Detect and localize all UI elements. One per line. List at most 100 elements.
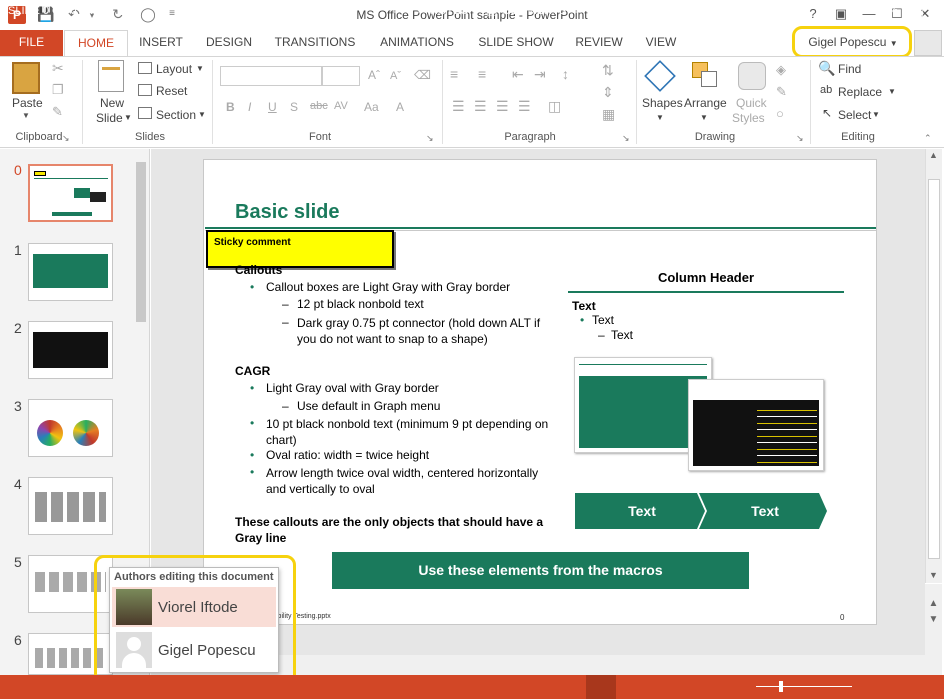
replace-dropdown-icon[interactable]: ▼ [888, 87, 896, 96]
tab-transitions[interactable]: TRANSITIONS [268, 30, 362, 56]
bullets-icon[interactable]: ≡ [450, 66, 458, 82]
select-button[interactable]: Select [838, 108, 871, 122]
new-slide-label-2[interactable]: Slide [96, 111, 123, 125]
authors-count[interactable]: 2 [133, 5, 139, 17]
collapse-ribbon-icon[interactable]: ⌃ [924, 133, 932, 144]
thumbnail-slide-0[interactable] [28, 164, 113, 222]
shape-outline-icon[interactable]: ✎ [776, 84, 787, 100]
arrange-button[interactable]: Arrange [684, 96, 727, 110]
thumbnail-slide-1[interactable] [28, 243, 113, 301]
align-right-icon[interactable]: ☰ [496, 98, 509, 115]
arrange-icon[interactable] [692, 62, 717, 87]
comments-button[interactable]: COMMENTS [502, 5, 566, 17]
italic-icon[interactable]: I [248, 100, 251, 114]
fit-slide-icon[interactable]: ▣ [912, 3, 924, 19]
new-slide-dropdown-icon[interactable]: ▼ [124, 113, 132, 122]
text-direction-icon[interactable]: ⇅ [602, 62, 614, 79]
zoom-slider-track[interactable] [756, 686, 852, 687]
authors-icon[interactable]: ♟ [116, 4, 127, 18]
paragraph-launcher-icon[interactable]: ↘ [622, 133, 630, 144]
shapes-dropdown-icon[interactable]: ▼ [656, 113, 664, 122]
shape-effects-icon[interactable]: ○ [776, 106, 784, 121]
normal-view-button[interactable] [586, 675, 616, 699]
paste-dropdown-icon[interactable]: ▼ [22, 111, 30, 120]
thumbnail-slide-3[interactable] [28, 399, 113, 457]
font-size-box[interactable] [322, 66, 360, 86]
char-spacing-icon[interactable]: AV [334, 100, 348, 112]
user-avatar[interactable] [914, 30, 942, 56]
zoom-in-icon[interactable]: + [856, 2, 864, 18]
vertical-scrollbar[interactable] [925, 149, 942, 583]
next-slide-icon[interactable]: ▼ [925, 614, 942, 625]
reset-icon[interactable] [138, 84, 152, 96]
tab-view[interactable]: VIEW [638, 30, 684, 56]
drawing-launcher-icon[interactable]: ↘ [796, 133, 804, 144]
reading-view-icon[interactable]: ◫ [668, 3, 680, 19]
tab-slide-show[interactable]: SLIDE SHOW [472, 30, 560, 56]
reset-button[interactable]: Reset [156, 84, 187, 98]
proofing-icon[interactable]: ✎ [156, 3, 167, 19]
scroll-up-icon[interactable]: ▲ [925, 150, 942, 160]
help-icon[interactable]: ? [802, 6, 824, 21]
paste-button[interactable]: Paste [12, 96, 43, 110]
layout-dropdown-icon[interactable]: ▼ [196, 64, 204, 73]
format-painter-icon[interactable]: ✎ [52, 104, 63, 120]
section-dropdown-icon[interactable]: ▼ [198, 110, 206, 119]
notes-button[interactable]: NOTES [430, 5, 468, 17]
slide-title[interactable]: Basic slide [235, 201, 340, 224]
tab-review[interactable]: REVIEW [568, 30, 630, 56]
section-button[interactable]: Section [156, 108, 196, 122]
macros-banner[interactable]: Use these elements from the macros [332, 552, 749, 589]
thumbnail-slide-2[interactable] [28, 321, 113, 379]
underline-icon[interactable]: U [268, 100, 277, 114]
strikethrough-icon[interactable]: abc [310, 100, 328, 112]
shape-fill-icon[interactable]: ◈ [776, 62, 786, 78]
tab-home[interactable]: HOME [64, 30, 128, 57]
section-icon[interactable] [138, 107, 152, 119]
zoom-out-icon[interactable]: — [740, 3, 752, 17]
quick-styles-button[interactable]: Quick [736, 96, 767, 110]
font-launcher-icon[interactable]: ↘ [426, 133, 434, 144]
arrange-dropdown-icon[interactable]: ▼ [700, 113, 708, 122]
zoom-level[interactable]: 65% [876, 5, 898, 17]
font-name-box[interactable] [220, 66, 322, 86]
change-case-icon[interactable]: Aa [364, 100, 379, 114]
shapes-button[interactable]: Shapes [642, 96, 683, 110]
layout-button[interactable]: Layout [156, 62, 192, 76]
replace-button[interactable]: Replace [838, 85, 882, 99]
columns-icon[interactable]: ◫ [548, 98, 561, 115]
numbering-icon[interactable]: ≡ [478, 66, 486, 82]
align-left-icon[interactable]: ☰ [452, 98, 465, 115]
zoom-slider-thumb[interactable] [779, 681, 783, 692]
quick-styles-button-2[interactable]: Styles [732, 111, 765, 125]
slide-show-icon[interactable]: ▭ [706, 3, 718, 19]
tab-file[interactable]: FILE [0, 30, 63, 56]
slide-sorter-icon[interactable]: ▦ [630, 3, 642, 19]
align-center-icon[interactable]: ☰ [474, 98, 487, 115]
previous-slide-icon[interactable]: ▲ [925, 598, 942, 609]
find-button[interactable]: Find [838, 62, 861, 76]
tab-design[interactable]: DESIGN [198, 30, 260, 56]
select-dropdown-icon[interactable]: ▼ [872, 110, 880, 119]
clear-formatting-icon[interactable]: ⌫ [414, 68, 431, 82]
align-text-icon[interactable]: ⇕ [602, 84, 614, 101]
thumbnail-slide-4[interactable] [28, 477, 113, 535]
bold-icon[interactable]: B [226, 100, 235, 114]
start-from-beginning-icon[interactable]: ◯ [138, 6, 158, 23]
clipboard-launcher-icon[interactable]: ↘ [62, 133, 70, 144]
decrease-indent-icon[interactable]: ⇤ [512, 66, 524, 83]
quick-styles-icon[interactable] [738, 62, 766, 90]
paste-icon[interactable] [12, 62, 40, 94]
shadow-icon[interactable]: S [290, 100, 298, 114]
increase-font-icon[interactable]: Aˆ [368, 68, 380, 82]
embedded-screenshot-dark[interactable] [688, 379, 824, 471]
copy-icon[interactable]: ❐ [52, 82, 64, 98]
font-color-icon[interactable]: A [396, 100, 404, 114]
smartart-icon[interactable]: ▦ [602, 106, 615, 123]
tab-animations[interactable]: ANIMATIONS [370, 30, 464, 56]
layout-icon[interactable] [138, 62, 152, 74]
tab-insert[interactable]: INSERT [132, 30, 190, 56]
increase-indent-icon[interactable]: ⇥ [534, 66, 546, 83]
decrease-font-icon[interactable]: Aˇ [390, 70, 401, 82]
scroll-down-icon[interactable]: ▼ [925, 570, 942, 580]
